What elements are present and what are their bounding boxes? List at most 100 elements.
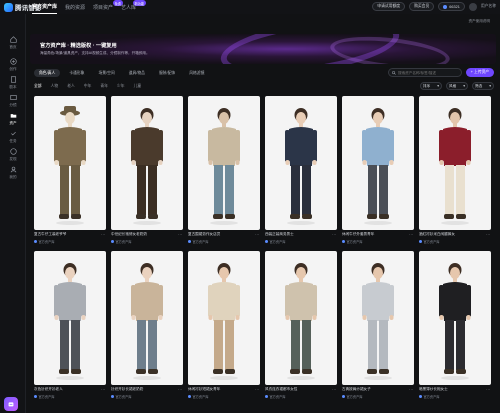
more-options-icon[interactable]: ⋯	[409, 232, 413, 237]
asset-card[interactable]: 暗黑薄纱长袍女士 官方资产库 ⋯	[419, 251, 491, 399]
avatar[interactable]	[468, 2, 477, 11]
filter-tab[interactable]: 老人	[67, 84, 75, 89]
asset-source: 官方资产库	[423, 239, 440, 244]
filter-tab[interactable]: 全部	[34, 84, 42, 89]
person-figure	[208, 263, 240, 380]
asset-help-link[interactable]: 资产使用说明	[468, 19, 490, 24]
tab-official-assets[interactable]: 官方资产库	[32, 3, 58, 14]
more-options-icon[interactable]: ⋯	[486, 232, 490, 237]
asset-source: 官方资产库	[38, 394, 55, 399]
asset-card[interactable]: 古典披肩纱裙女子 官方资产库 ⋯	[342, 251, 414, 399]
official-icon	[111, 394, 114, 398]
asset-thumbnail[interactable]	[188, 251, 260, 385]
asset-card[interactable]: 复古牛仔工装老爷爷 官方资产库 ⋯	[34, 96, 106, 244]
filter-tab[interactable]: 青年	[100, 84, 108, 89]
category-tab[interactable]: 服装/配饰	[154, 69, 180, 77]
asset-card[interactable]: 休闲牛仔外套男青年 官方资产库 ⋯	[342, 96, 414, 244]
asset-thumbnail[interactable]	[34, 251, 106, 385]
rail-me[interactable]: 我的	[0, 166, 26, 180]
filter-tab[interactable]: 少年	[117, 84, 125, 89]
rail-discover[interactable]: 发现	[0, 148, 26, 162]
more-options-icon[interactable]: ⋯	[178, 387, 182, 392]
asset-card[interactable]: 风衣连衣裙都市女性 官方资产库 ⋯	[265, 251, 337, 399]
filter-select[interactable]: 筛选 ▾	[472, 82, 494, 90]
asset-source: 官方资产库	[192, 394, 209, 399]
asset-source: 官方资产库	[38, 239, 55, 244]
official-icon	[342, 394, 345, 398]
official-icon	[34, 239, 37, 243]
asset-source: 官方资产库	[192, 239, 209, 244]
coin-icon	[443, 4, 448, 9]
asset-thumbnail[interactable]	[419, 251, 491, 385]
rail-tasks[interactable]: 任务	[0, 130, 26, 144]
more-options-icon[interactable]: ⋯	[486, 387, 490, 392]
asset-card-title: 休闲衬衫短裙女青年	[188, 387, 221, 391]
asset-card-meta: 官方资产库	[111, 394, 183, 399]
trial-quota-button[interactable]: 申请试用额度	[372, 2, 406, 11]
rail-create[interactable]: 创作	[0, 58, 26, 72]
asset-card[interactable]: 中世纪长袍修女老奶奶官方资产库 ⋯	[111, 96, 183, 244]
asset-card[interactable]: 灰色针织开衫老人 官方资产库 ⋯	[34, 251, 106, 399]
search-input[interactable]	[398, 70, 458, 75]
asset-card-title: 酒红衬衫米白阔腿裤女	[419, 232, 455, 236]
asset-card-title: 中世纪长袍修女老奶奶	[111, 232, 147, 236]
filter-selects: 排序 ▾ 风格 ▾ 筛选 ▾	[420, 82, 494, 90]
category-tab[interactable]: 道具/物品	[124, 69, 150, 77]
more-options-icon[interactable]: ⋯	[409, 387, 413, 392]
tab-artist-library[interactable]: 艺人库 新功能	[121, 0, 147, 14]
asset-thumbnail[interactable]	[265, 96, 337, 230]
tab-my-resources[interactable]: 我的资源	[65, 4, 85, 14]
tab-project-assets[interactable]: 项目资产 免费	[93, 0, 124, 14]
asset-card[interactable]: 西装正装商务男士 官方资产库 ⋯	[265, 96, 337, 244]
sort-select[interactable]: 排序 ▾	[420, 82, 442, 90]
asset-card[interactable]: 针织开衫长裙老奶奶 官方资产库 ⋯	[111, 251, 183, 399]
asset-thumbnail[interactable]	[111, 96, 183, 230]
more-options-icon[interactable]: ⋯	[332, 387, 336, 392]
category-tab[interactable]: 卡通形象	[64, 69, 89, 77]
asset-source: 官方资产库	[269, 394, 286, 399]
filter-tab[interactable]: 中年	[84, 84, 92, 89]
assistant-button[interactable]	[4, 397, 18, 411]
category-tab[interactable]: 风格滤镜	[184, 69, 209, 77]
asset-thumbnail[interactable]	[265, 251, 337, 385]
credits-display[interactable]: 66321	[438, 2, 465, 11]
asset-thumbnail[interactable]	[188, 96, 260, 230]
asset-source: 官方资产库	[115, 394, 132, 399]
more-options-icon[interactable]: ⋯	[178, 232, 182, 237]
buy-member-button[interactable]: 购买会员	[409, 2, 435, 11]
rail-assets[interactable]: 资产	[0, 112, 26, 126]
asset-card-meta: 官方资产库	[188, 239, 260, 244]
filter-tab[interactable]: 人物	[51, 84, 59, 89]
more-options-icon[interactable]: ⋯	[101, 232, 105, 237]
rail-script[interactable]: 剧本	[0, 76, 26, 90]
style-select[interactable]: 风格 ▾	[446, 82, 468, 90]
asset-card[interactable]: 复古围裙劳作女店员 官方资产库 ⋯	[188, 96, 260, 244]
task-icon	[10, 131, 16, 136]
asset-card[interactable]: 酒红衬衫米白阔腿裤女官方资产库 ⋯	[419, 96, 491, 244]
asset-source: 官方资产库	[115, 239, 132, 244]
asset-card-meta: 官方资产库	[111, 239, 183, 244]
rail-home[interactable]: 首页	[0, 36, 26, 50]
asset-thumbnail[interactable]	[111, 251, 183, 385]
user-name[interactable]: 用户名称	[481, 4, 496, 9]
more-options-icon[interactable]: ⋯	[255, 232, 259, 237]
banner-decoration-2	[328, 34, 452, 64]
asset-thumbnail[interactable]	[419, 96, 491, 230]
official-icon	[34, 394, 37, 398]
official-icon	[265, 239, 268, 243]
asset-thumbnail[interactable]	[342, 251, 414, 385]
rail-storyboard[interactable]: 分镜	[0, 94, 26, 108]
category-tab[interactable]: 角色/真人	[34, 69, 61, 77]
category-tab[interactable]: 场景/空间	[93, 69, 119, 77]
more-options-icon[interactable]: ⋯	[332, 232, 336, 237]
asset-thumbnail[interactable]	[34, 96, 106, 230]
filter-tab[interactable]: 儿童	[134, 84, 142, 89]
search-box[interactable]	[388, 68, 462, 77]
asset-card[interactable]: 休闲衬衫短裙女青年官方资产库 ⋯	[188, 251, 260, 399]
upload-asset-button[interactable]: + 上传资产	[466, 68, 494, 77]
create-icon	[9, 58, 17, 65]
more-options-icon[interactable]: ⋯	[101, 387, 105, 392]
asset-thumbnail[interactable]	[342, 96, 414, 230]
more-options-icon[interactable]: ⋯	[255, 387, 259, 392]
person-figure	[54, 106, 86, 225]
